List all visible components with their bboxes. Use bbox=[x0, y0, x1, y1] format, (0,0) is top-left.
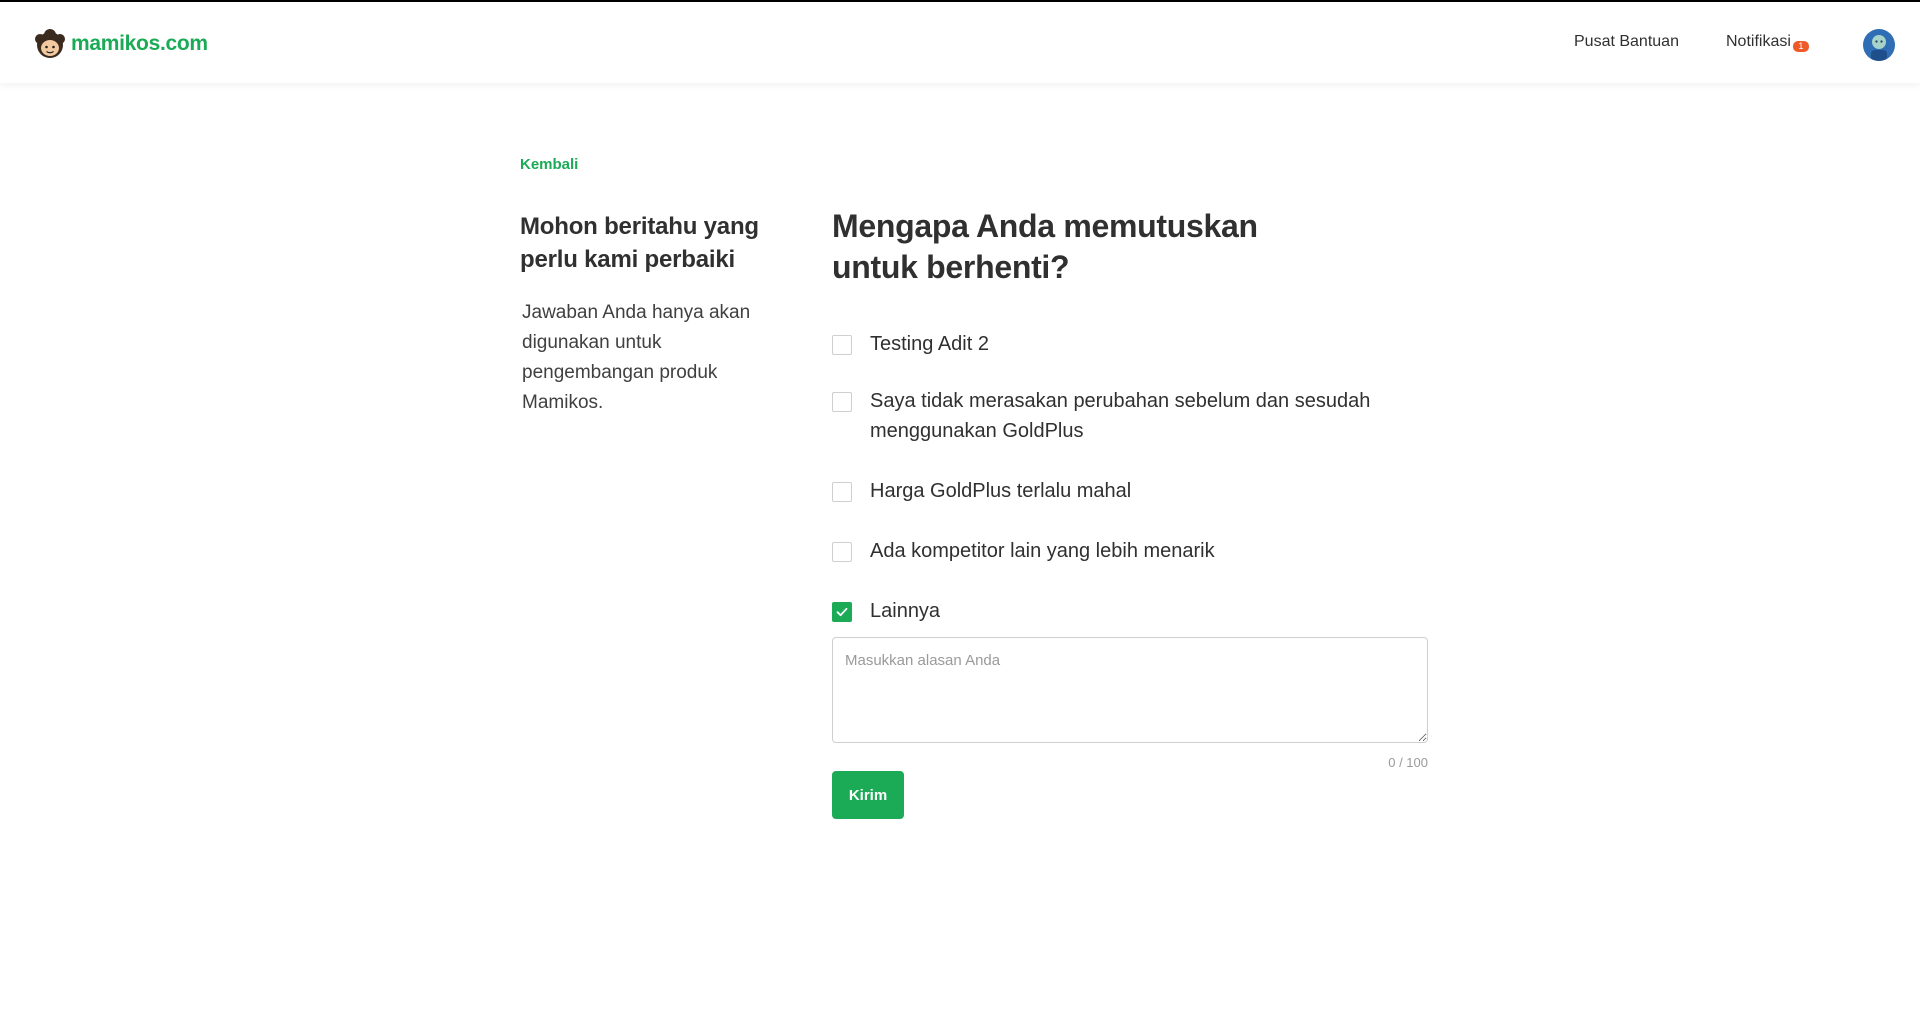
checkbox[interactable] bbox=[832, 392, 852, 412]
brand-name: mamikos.com bbox=[71, 32, 208, 55]
option-label: Saya tidak merasakan perubahan sebelum d… bbox=[870, 390, 1371, 442]
mamikos-mascot-icon bbox=[34, 28, 66, 60]
reason-option-testing[interactable]: Testing Adit 2 bbox=[832, 332, 989, 359]
option-label: Testing Adit 2 bbox=[870, 333, 989, 355]
option-label: Ada kompetitor lain yang lebih menarik bbox=[870, 540, 1215, 562]
checkbox[interactable] bbox=[832, 542, 852, 562]
reason-option-other[interactable]: Lainnya bbox=[832, 599, 940, 626]
notification-count-badge: 1 bbox=[1792, 41, 1809, 52]
sidebar-description: Jawaban Anda hanya akan digunakan untuk … bbox=[522, 302, 751, 413]
checkbox[interactable] bbox=[832, 335, 852, 355]
other-reason-textarea[interactable] bbox=[832, 637, 1428, 743]
brand-logo-link[interactable]: mamikos.com bbox=[34, 28, 208, 60]
reason-option-too-expensive[interactable]: Harga GoldPlus terlalu mahal bbox=[832, 479, 1131, 506]
form-title: Mengapa Anda memutuskan untuk berhenti? bbox=[832, 208, 1258, 285]
top-navbar: mamikos.com Pusat Bantuan Notifikasi 1 bbox=[0, 2, 1920, 83]
notifications-link[interactable]: Notifikasi 1 bbox=[1726, 33, 1809, 52]
character-counter: 0 / 100 bbox=[1388, 755, 1428, 770]
option-label: Lainnya bbox=[870, 600, 941, 622]
checkbox-checked[interactable] bbox=[832, 602, 852, 622]
user-avatar[interactable] bbox=[1863, 29, 1895, 61]
checkbox[interactable] bbox=[832, 482, 852, 502]
reason-option-no-change[interactable]: Saya tidak merasakan perubahan sebelum d… bbox=[832, 389, 1392, 446]
reason-option-competitor[interactable]: Ada kompetitor lain yang lebih menarik bbox=[832, 539, 1215, 566]
option-label: Harga GoldPlus terlalu mahal bbox=[870, 480, 1132, 502]
notifications-label: Notifikasi bbox=[1726, 33, 1791, 50]
submit-button[interactable]: Kirim bbox=[832, 771, 904, 819]
help-center-link[interactable]: Pusat Bantuan bbox=[1574, 33, 1679, 51]
check-icon bbox=[836, 607, 848, 617]
sidebar-title: Mohon beritahu yang perlu kami perbaiki bbox=[520, 213, 759, 273]
back-link[interactable]: Kembali bbox=[520, 156, 578, 173]
